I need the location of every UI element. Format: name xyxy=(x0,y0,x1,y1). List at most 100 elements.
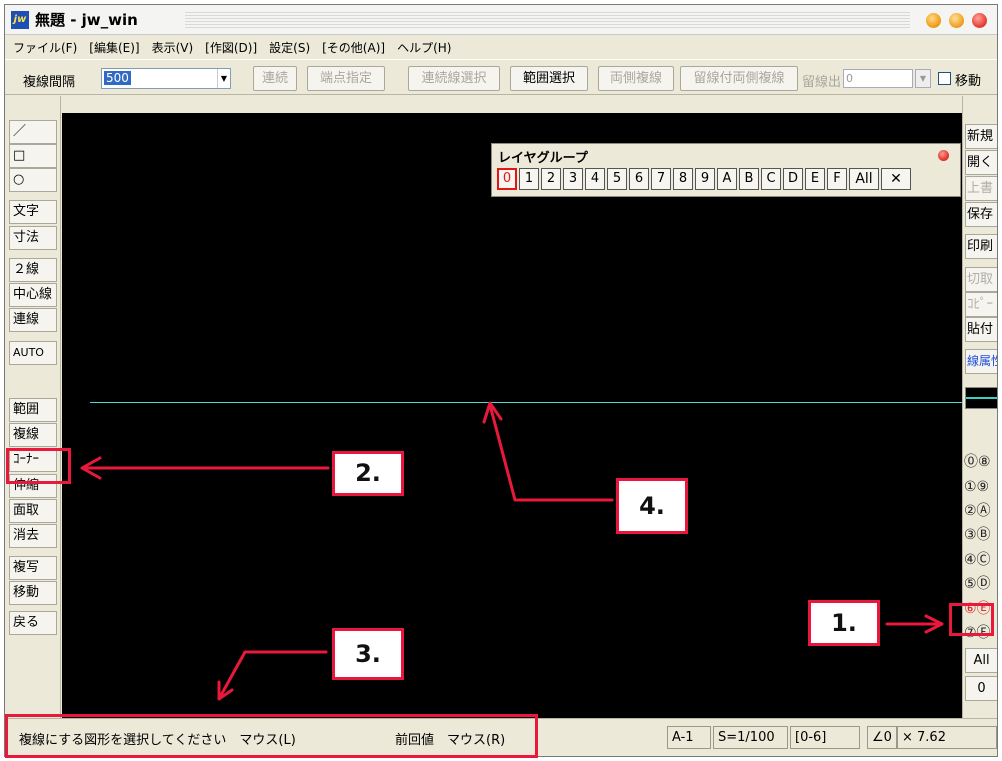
layer-group-button[interactable]: 0 xyxy=(497,168,517,190)
tool-auto[interactable]: AUTO xyxy=(9,341,57,365)
tool-text[interactable]: 文字 xyxy=(9,200,57,224)
highlight-status-message xyxy=(5,714,538,758)
layer-buttons-5-d[interactable]: ⑤Ⓓ xyxy=(964,574,997,594)
tool-copy[interactable]: 複写 xyxy=(9,556,57,580)
cut-button[interactable]: 切取 xyxy=(965,267,997,292)
layer-group-window[interactable]: レイヤグループ 0 1 2 3 4 5 6 7 8 9 A B C D E F … xyxy=(491,143,961,197)
layer-group-button[interactable]: B xyxy=(739,168,759,190)
spacing-value: 500 xyxy=(104,71,131,85)
window-title: 無題 - jw_win xyxy=(35,11,138,29)
line-attribute-button[interactable]: 線属性 xyxy=(965,349,997,374)
tool-dimension[interactable]: 寸法 xyxy=(9,226,57,250)
title-bar[interactable]: jw 無題 - jw_win xyxy=(5,5,997,35)
layer-group-button[interactable]: 9 xyxy=(695,168,715,190)
layer-group-button[interactable]: 3 xyxy=(563,168,583,190)
copy-button[interactable]: ｺﾋﾟｰ xyxy=(965,292,997,317)
layer-group-button[interactable]: 1 xyxy=(519,168,539,190)
zoom-multiplier-field[interactable]: × 7.62 xyxy=(897,726,997,749)
layer-group-button[interactable]: A xyxy=(717,168,737,190)
tool-line[interactable]: ／ xyxy=(9,120,57,144)
continuous-line-select-button[interactable]: 連続線選択 xyxy=(408,66,500,91)
drawn-line[interactable] xyxy=(90,402,962,403)
minimize-icon[interactable] xyxy=(926,13,941,28)
tool-parallel-line[interactable]: 複線 xyxy=(9,423,57,447)
menu-view[interactable]: 表示(V) xyxy=(152,39,194,56)
line-style-sample xyxy=(966,397,997,399)
current-line-style-swatch[interactable] xyxy=(965,387,997,409)
layer-group-button[interactable]: 5 xyxy=(607,168,627,190)
tool-center-line[interactable]: 中心線 xyxy=(9,283,57,307)
spacing-label: 複線間隔 xyxy=(23,75,76,90)
continuous-button[interactable]: 連続 xyxy=(253,66,297,91)
angle-field[interactable]: ∠0 xyxy=(867,726,897,749)
layer-group-button[interactable]: 7 xyxy=(651,168,671,190)
layer-group-button[interactable]: D xyxy=(783,168,803,190)
tool-chamfer[interactable]: 面取 xyxy=(9,499,57,523)
open-file-button[interactable]: 開く xyxy=(965,150,997,175)
close-icon[interactable] xyxy=(938,150,949,161)
tool-range[interactable]: 範囲 xyxy=(9,398,57,422)
menu-other[interactable]: [その他(A)] xyxy=(322,39,385,56)
print-button[interactable]: 印刷 xyxy=(965,234,997,259)
layer-group-title: レイヤグループ xyxy=(498,151,588,166)
spacing-input[interactable]: 500 xyxy=(101,68,231,89)
end-line-value-field[interactable]: 0 xyxy=(843,69,913,88)
menu-settings[interactable]: 設定(S) xyxy=(269,39,310,56)
tool-rectangle[interactable]: □ xyxy=(9,144,57,168)
menu-draw[interactable]: [作図(D)] xyxy=(205,39,257,56)
layer-group-button[interactable]: 6 xyxy=(629,168,649,190)
both-sides-parallel-button[interactable]: 両側複線 xyxy=(598,66,674,91)
layer-buttons-4-c[interactable]: ④Ⓒ xyxy=(964,550,997,570)
layer-buttons-3-b[interactable]: ③Ⓑ xyxy=(964,525,997,545)
title-bar-stripes xyxy=(185,12,910,28)
tool-circle[interactable]: ○ xyxy=(9,168,57,192)
range-select-button[interactable]: 範囲選択 xyxy=(510,66,588,91)
tool-undo[interactable]: 戻る xyxy=(9,611,57,635)
layer-group-button[interactable]: C xyxy=(761,168,781,190)
command-toolbar: 複線間隔 500 ▼ 連続 端点指定 連続線選択 範囲選択 両側複線 留線付両側… xyxy=(5,59,997,95)
menu-bar: ファイル(F) [編集(E)] 表示(V) [作図(D)] 設定(S) [その他… xyxy=(5,36,997,58)
menu-help[interactable]: ヘルプ(H) xyxy=(397,39,451,56)
layer-group-buttons: 0 1 2 3 4 5 6 7 8 9 A B C D E F All ✕ xyxy=(497,168,911,192)
layer-buttons-0-8[interactable]: ⓪⑧ xyxy=(964,452,997,472)
tool-erase[interactable]: 消去 xyxy=(9,524,57,548)
layer-group-button[interactable]: 8 xyxy=(673,168,693,190)
layer-buttons-2-a[interactable]: ②Ⓐ xyxy=(964,501,997,521)
both-sides-with-end-button[interactable]: 留線付両側複線 xyxy=(680,66,798,91)
close-icon[interactable] xyxy=(972,13,987,28)
cancel-x-icon[interactable]: ✕ xyxy=(881,168,911,190)
highlight-parallel-tool xyxy=(6,448,71,484)
tool-connect-line[interactable]: 連線 xyxy=(9,308,57,332)
layer-group-button[interactable]: 2 xyxy=(541,168,561,190)
new-file-button[interactable]: 新規 xyxy=(965,124,997,149)
scale-field[interactable]: S=1/100 xyxy=(713,726,788,749)
tool-move[interactable]: 移動 xyxy=(9,581,57,605)
chevron-down-icon[interactable]: ▼ xyxy=(915,69,931,88)
save-button[interactable]: 保存 xyxy=(965,202,997,227)
highlight-layer-6 xyxy=(949,603,994,636)
paper-size-field[interactable]: A-1 xyxy=(667,726,711,749)
left-tool-palette: ／ □ ○ 文字 寸法 ２線 中心線 連線 AUTO 範囲 複線 ｺｰﾅｰ 伸縮… xyxy=(5,96,61,718)
maximize-icon[interactable] xyxy=(949,13,964,28)
layer-buttons-1-9[interactable]: ①⑨ xyxy=(964,477,997,497)
menu-edit[interactable]: [編集(E)] xyxy=(89,39,139,56)
annotation-badge-1: 1. xyxy=(808,600,880,646)
layer-group-button[interactable]: E xyxy=(805,168,825,190)
paste-button[interactable]: 貼付 xyxy=(965,317,997,342)
chevron-down-icon[interactable]: ▼ xyxy=(217,69,230,88)
current-layer-button[interactable]: 0 xyxy=(965,676,997,701)
move-checkbox-label: 移動 xyxy=(955,74,982,89)
menu-file[interactable]: ファイル(F) xyxy=(13,39,77,56)
layer-group-all-button[interactable]: All xyxy=(849,168,879,190)
tool-double-line[interactable]: ２線 xyxy=(9,258,57,282)
move-checkbox[interactable] xyxy=(938,72,951,85)
layer-group-button[interactable]: F xyxy=(827,168,847,190)
all-layers-button[interactable]: All xyxy=(965,648,997,673)
jw-app-icon[interactable]: jw xyxy=(11,11,29,29)
overwrite-button[interactable]: 上書 xyxy=(965,176,997,201)
annotation-badge-3: 3. xyxy=(332,628,404,680)
layer-group-button[interactable]: 4 xyxy=(585,168,605,190)
endpoint-specify-button[interactable]: 端点指定 xyxy=(307,66,385,91)
annotation-badge-2: 2. xyxy=(332,451,404,496)
layer-range-field[interactable]: [0-6] xyxy=(790,726,860,749)
